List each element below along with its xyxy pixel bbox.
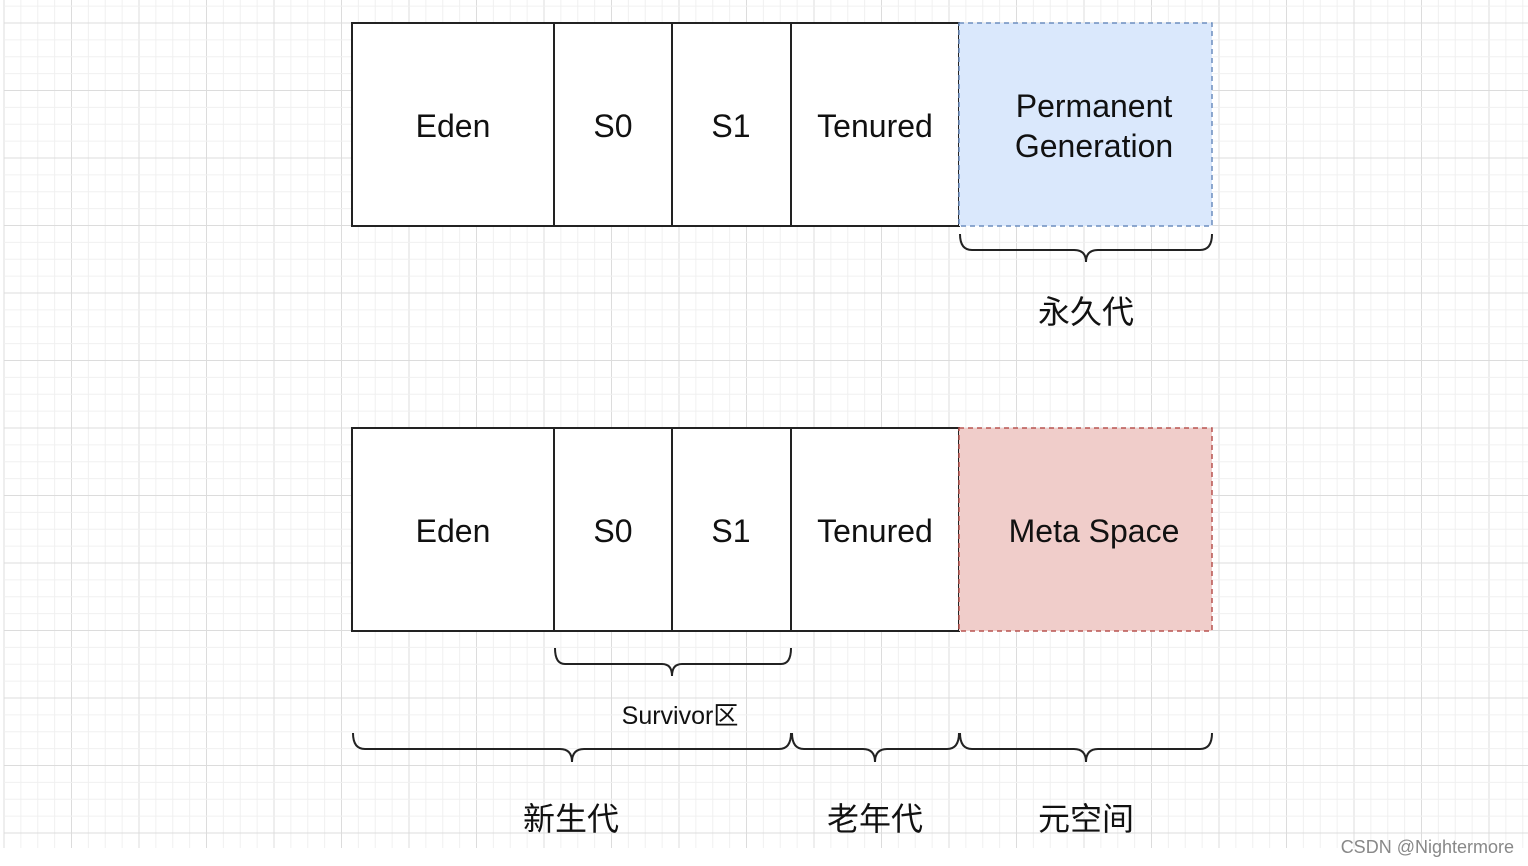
old-gen-label: 老年代 bbox=[827, 801, 923, 837]
old-gen-brace bbox=[791, 732, 960, 763]
metaspace-brace bbox=[959, 732, 1213, 763]
survivor-brace bbox=[554, 647, 792, 677]
bottom-tenured-label: Tenured bbox=[817, 513, 933, 549]
survivor-label: Survivor区 bbox=[622, 702, 739, 730]
young-gen-brace bbox=[352, 732, 792, 763]
diagram-svg: Eden S0 S1 Tenured Permanent Generation … bbox=[3, 0, 1528, 857]
permgen-label-line1: Permanent bbox=[1016, 88, 1173, 124]
permgen-brace-label: 永久代 bbox=[1038, 294, 1134, 330]
watermark: CSDN @Nightermore bbox=[1341, 837, 1514, 857]
top-s1-label: S1 bbox=[711, 108, 750, 144]
bottom-eden-label: Eden bbox=[416, 513, 491, 549]
permgen-label-line2: Generation bbox=[1015, 128, 1173, 164]
metaspace-label: Meta Space bbox=[1009, 513, 1180, 549]
metaspace-cn-label: 元空间 bbox=[1038, 801, 1134, 837]
top-permgen-block[interactable] bbox=[958, 22, 1213, 227]
top-tenured-label: Tenured bbox=[817, 108, 933, 144]
permgen-brace bbox=[959, 233, 1213, 263]
diagram-canvas: Eden S0 S1 Tenured Permanent Generation … bbox=[0, 0, 1528, 866]
young-gen-label: 新生代 bbox=[523, 801, 619, 837]
bottom-s0-label: S0 bbox=[593, 513, 632, 549]
top-s0-label: S0 bbox=[593, 108, 632, 144]
bottom-s1-label: S1 bbox=[711, 513, 750, 549]
top-eden-label: Eden bbox=[416, 108, 491, 144]
